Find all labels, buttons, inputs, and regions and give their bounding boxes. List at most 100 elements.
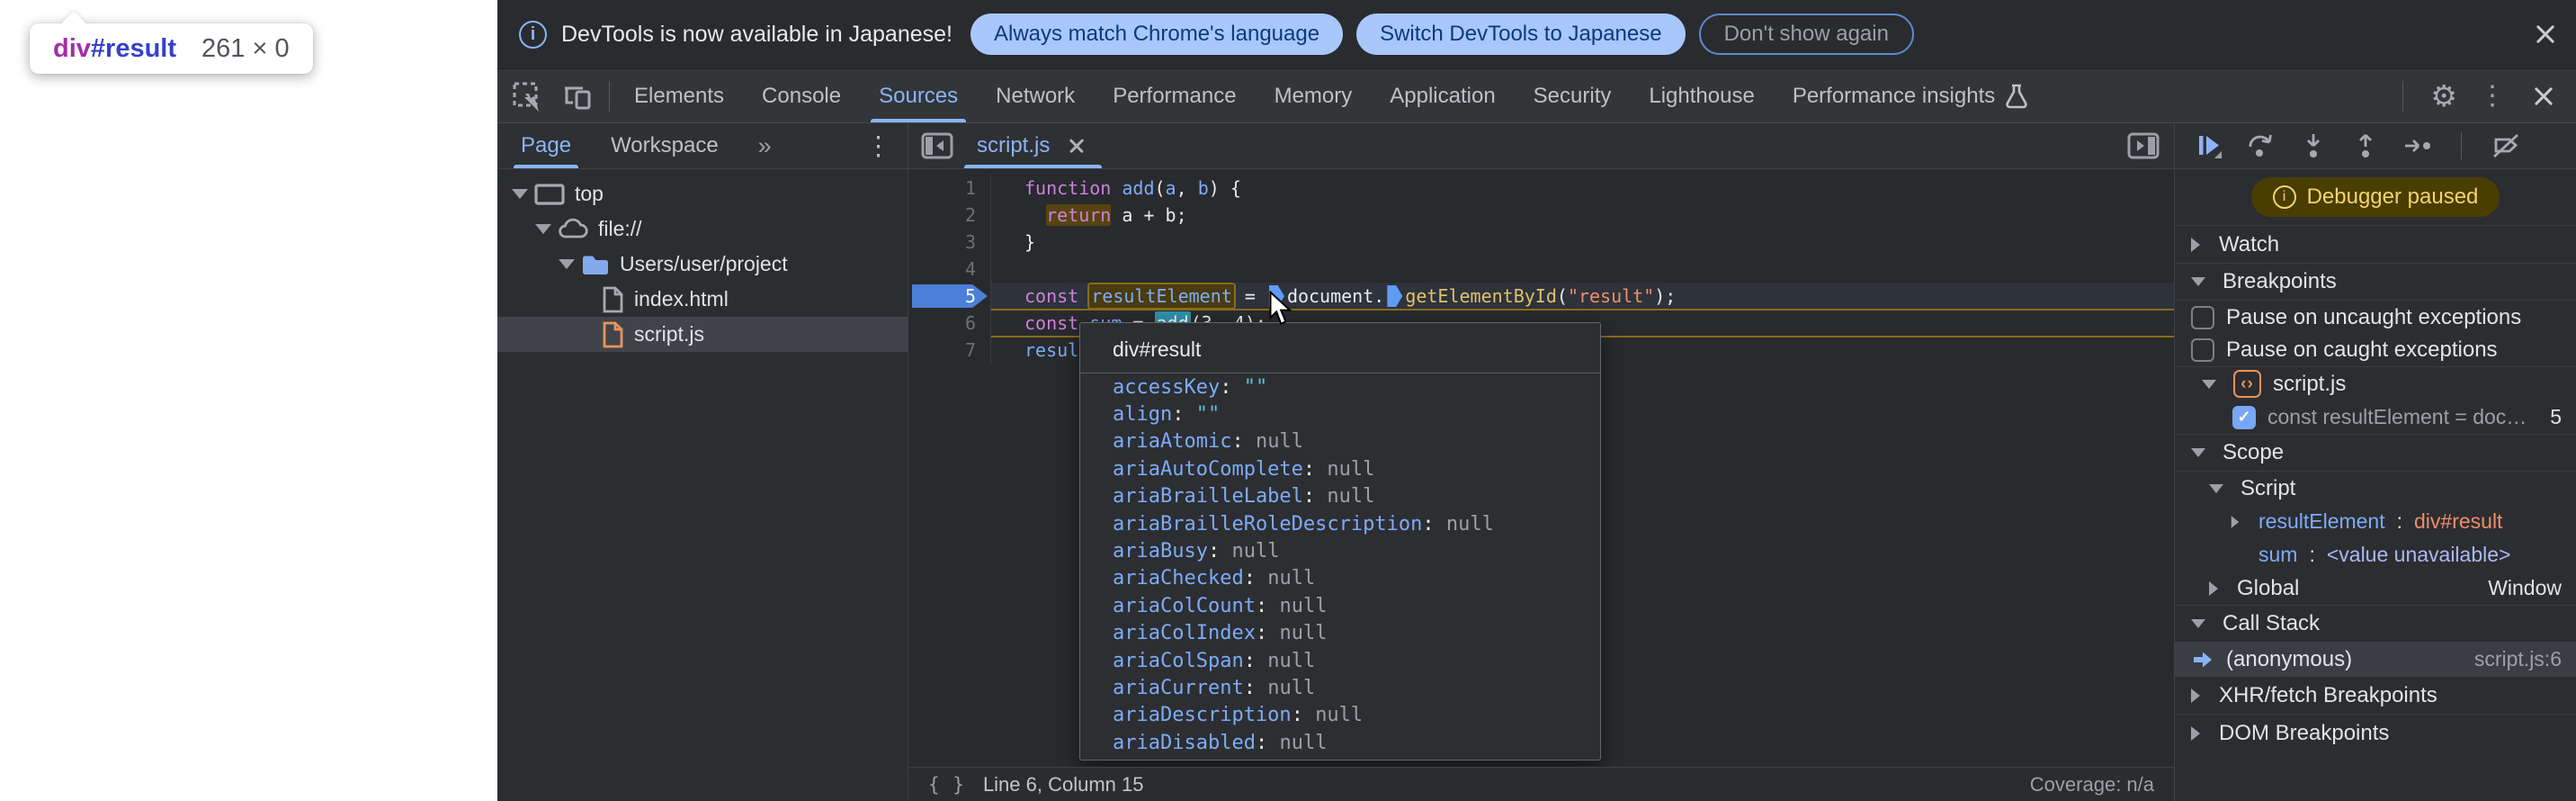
code-line-5[interactable]: 5const resultElement = document.getEleme… [908, 283, 2174, 310]
expand-arrow-icon[interactable] [559, 259, 575, 269]
checkbox-row-pause-on-caught-exceptions[interactable]: Pause on caught exceptions [2175, 334, 2576, 367]
tree-item-file[interactable]: file:// [497, 212, 908, 247]
step-over-icon[interactable] [2247, 131, 2276, 160]
tab-application[interactable]: Application [1371, 69, 1514, 122]
checkbox-row-pause-on-uncaught-exceptions[interactable]: Pause on uncaught exceptions [2175, 301, 2576, 334]
editor-tab-close-icon[interactable] [1064, 133, 1089, 158]
execution-pointer-badge [912, 284, 988, 308]
scope-variable-resultelement[interactable]: resultElement: div#result [2175, 505, 2576, 538]
tab-security[interactable]: Security [1515, 69, 1631, 122]
tab-elements[interactable]: Elements [615, 69, 743, 122]
property-value: null [1327, 485, 1374, 508]
code-line-1[interactable]: 1function add(a, b) { [908, 175, 2174, 202]
notification-button-don-t-show-again[interactable]: Don't show again [1699, 14, 1914, 55]
breakpoint-entry[interactable]: const resultElement = doc…5 [2175, 400, 2576, 434]
code-token: "result" [1568, 285, 1654, 307]
variable-name: resultElement [2258, 509, 2385, 534]
chevron-right-icon[interactable] [2191, 688, 2200, 703]
step-icon[interactable] [2403, 131, 2432, 160]
tab-console[interactable]: Console [743, 69, 860, 122]
line-number-label: 3 [965, 231, 976, 253]
expand-arrow-icon[interactable] [535, 224, 551, 234]
navigator-sidebar: Page Workspace » ⋮ topfile://Users/user/p… [497, 123, 908, 801]
tree-item-index-html[interactable]: index.html [497, 282, 908, 317]
code-line-4[interactable]: 4 [908, 256, 2174, 283]
tree-item-top[interactable]: top [497, 176, 908, 212]
code-line-3[interactable]: 3} [908, 229, 2174, 256]
call-stack-frame[interactable]: (anonymous)script.js:6 [2175, 643, 2576, 676]
toggle-debugger-panel-icon[interactable] [2127, 123, 2160, 168]
tab-label: Application [1390, 84, 1495, 109]
info-icon [2273, 185, 2296, 209]
code-line-2[interactable]: 2 return a + b; [908, 202, 2174, 229]
property-colon: : [1256, 732, 1280, 754]
tab-network[interactable]: Network [977, 69, 1094, 122]
tree-item-script-js[interactable]: script.js [497, 317, 908, 352]
inspect-icon[interactable] [512, 81, 542, 112]
chevron-down-icon[interactable] [2209, 484, 2223, 493]
scope-node-global[interactable]: GlobalWindow [2175, 572, 2576, 605]
notification-button-switch-devtools-to-japanese[interactable]: Switch DevTools to Japanese [1356, 14, 1686, 55]
line-number-5[interactable]: 5 [908, 283, 991, 310]
tab-performance-insights[interactable]: Performance insights [1774, 69, 2048, 122]
checkbox[interactable] [2191, 306, 2214, 329]
deactivate-breakpoints-icon[interactable] [2491, 132, 2521, 159]
group-label: script.js [2273, 372, 2346, 397]
breakpoint-group-script-js[interactable]: script.js [2175, 367, 2576, 400]
section-header-scope[interactable]: Scope [2175, 434, 2576, 472]
chevron-down-icon[interactable] [2191, 277, 2205, 286]
chevron-right-icon[interactable] [2209, 581, 2218, 596]
info-icon [519, 21, 547, 49]
pretty-print-icon[interactable]: { } [928, 774, 965, 796]
navigator-tab-workspace[interactable]: Workspace [611, 123, 719, 168]
file-html-icon [600, 285, 625, 314]
section-header-watch[interactable]: Watch [2175, 225, 2576, 263]
debugger-sidebar: Debugger paused WatchBreakpointsPause on… [2174, 123, 2576, 801]
tooltip-dimensions: 261 × 0 [201, 34, 290, 64]
scope-node-script[interactable]: Script [2175, 472, 2576, 505]
more-tabs-icon[interactable]: » [758, 123, 772, 168]
cloud-icon [557, 217, 589, 242]
section-header-breakpoints[interactable]: Breakpoints [2175, 263, 2576, 301]
breakpoint-checkbox[interactable] [2232, 406, 2256, 429]
code-token [1024, 204, 1046, 226]
devtools-close-icon[interactable] [2527, 80, 2560, 112]
tab-label: Performance insights [1793, 84, 1995, 109]
step-into-icon[interactable] [2299, 131, 2328, 160]
tab-sources[interactable]: Sources [860, 69, 977, 122]
chevron-down-icon[interactable] [2191, 619, 2205, 628]
chevron-right-icon[interactable] [2191, 726, 2200, 741]
step-out-icon[interactable] [2351, 131, 2380, 160]
tree-item-users-user-project[interactable]: Users/user/project [497, 247, 908, 282]
tab-lighthouse[interactable]: Lighthouse [1630, 69, 1773, 122]
expand-arrow-icon[interactable] [512, 189, 528, 199]
scope-variable-sum[interactable]: sum: <value unavailable> [2175, 538, 2576, 572]
more-options-icon[interactable]: ⋮ [2479, 83, 2506, 110]
property-value: null [1279, 732, 1327, 754]
section-header-call-stack[interactable]: Call Stack [2175, 605, 2576, 643]
navigator-menu-icon[interactable]: ⋮ [865, 123, 908, 168]
tab-performance[interactable]: Performance [1094, 69, 1255, 122]
chevron-right-icon[interactable] [2191, 238, 2200, 252]
toolbar-divider [2461, 132, 2462, 159]
scope-node-label: Global [2237, 576, 2299, 601]
property-name: ariaColIndex [1113, 622, 1256, 644]
notification-button-always-match-chrome-s-language[interactable]: Always match Chrome's language [970, 14, 1343, 55]
current-frame-arrow-icon [2191, 648, 2214, 671]
tab-memory[interactable]: Memory [1256, 69, 1372, 122]
toggle-navigator-panel-icon[interactable] [921, 123, 953, 168]
chevron-down-icon[interactable] [2202, 380, 2216, 389]
device-toolbar-icon[interactable] [562, 81, 593, 112]
checkbox[interactable] [2191, 338, 2214, 362]
section-header-xhr-fetch-breakpoints[interactable]: XHR/fetch Breakpoints [2175, 676, 2576, 714]
section-header-dom-breakpoints[interactable]: DOM Breakpoints [2175, 714, 2576, 752]
chevron-right-icon[interactable] [2232, 516, 2240, 528]
code-token: const [1024, 312, 1078, 334]
navigator-tab-page[interactable]: Page [521, 123, 571, 168]
settings-gear-icon[interactable]: ⚙ [2430, 81, 2457, 111]
editor-tab-script-js[interactable]: script.js [961, 123, 1105, 168]
chevron-down-icon[interactable] [2191, 448, 2205, 457]
continue-to-here-marker-icon[interactable] [1387, 285, 1402, 307]
notification-close-icon[interactable] [2529, 18, 2562, 50]
resume-pause-icon[interactable] [2195, 131, 2223, 160]
